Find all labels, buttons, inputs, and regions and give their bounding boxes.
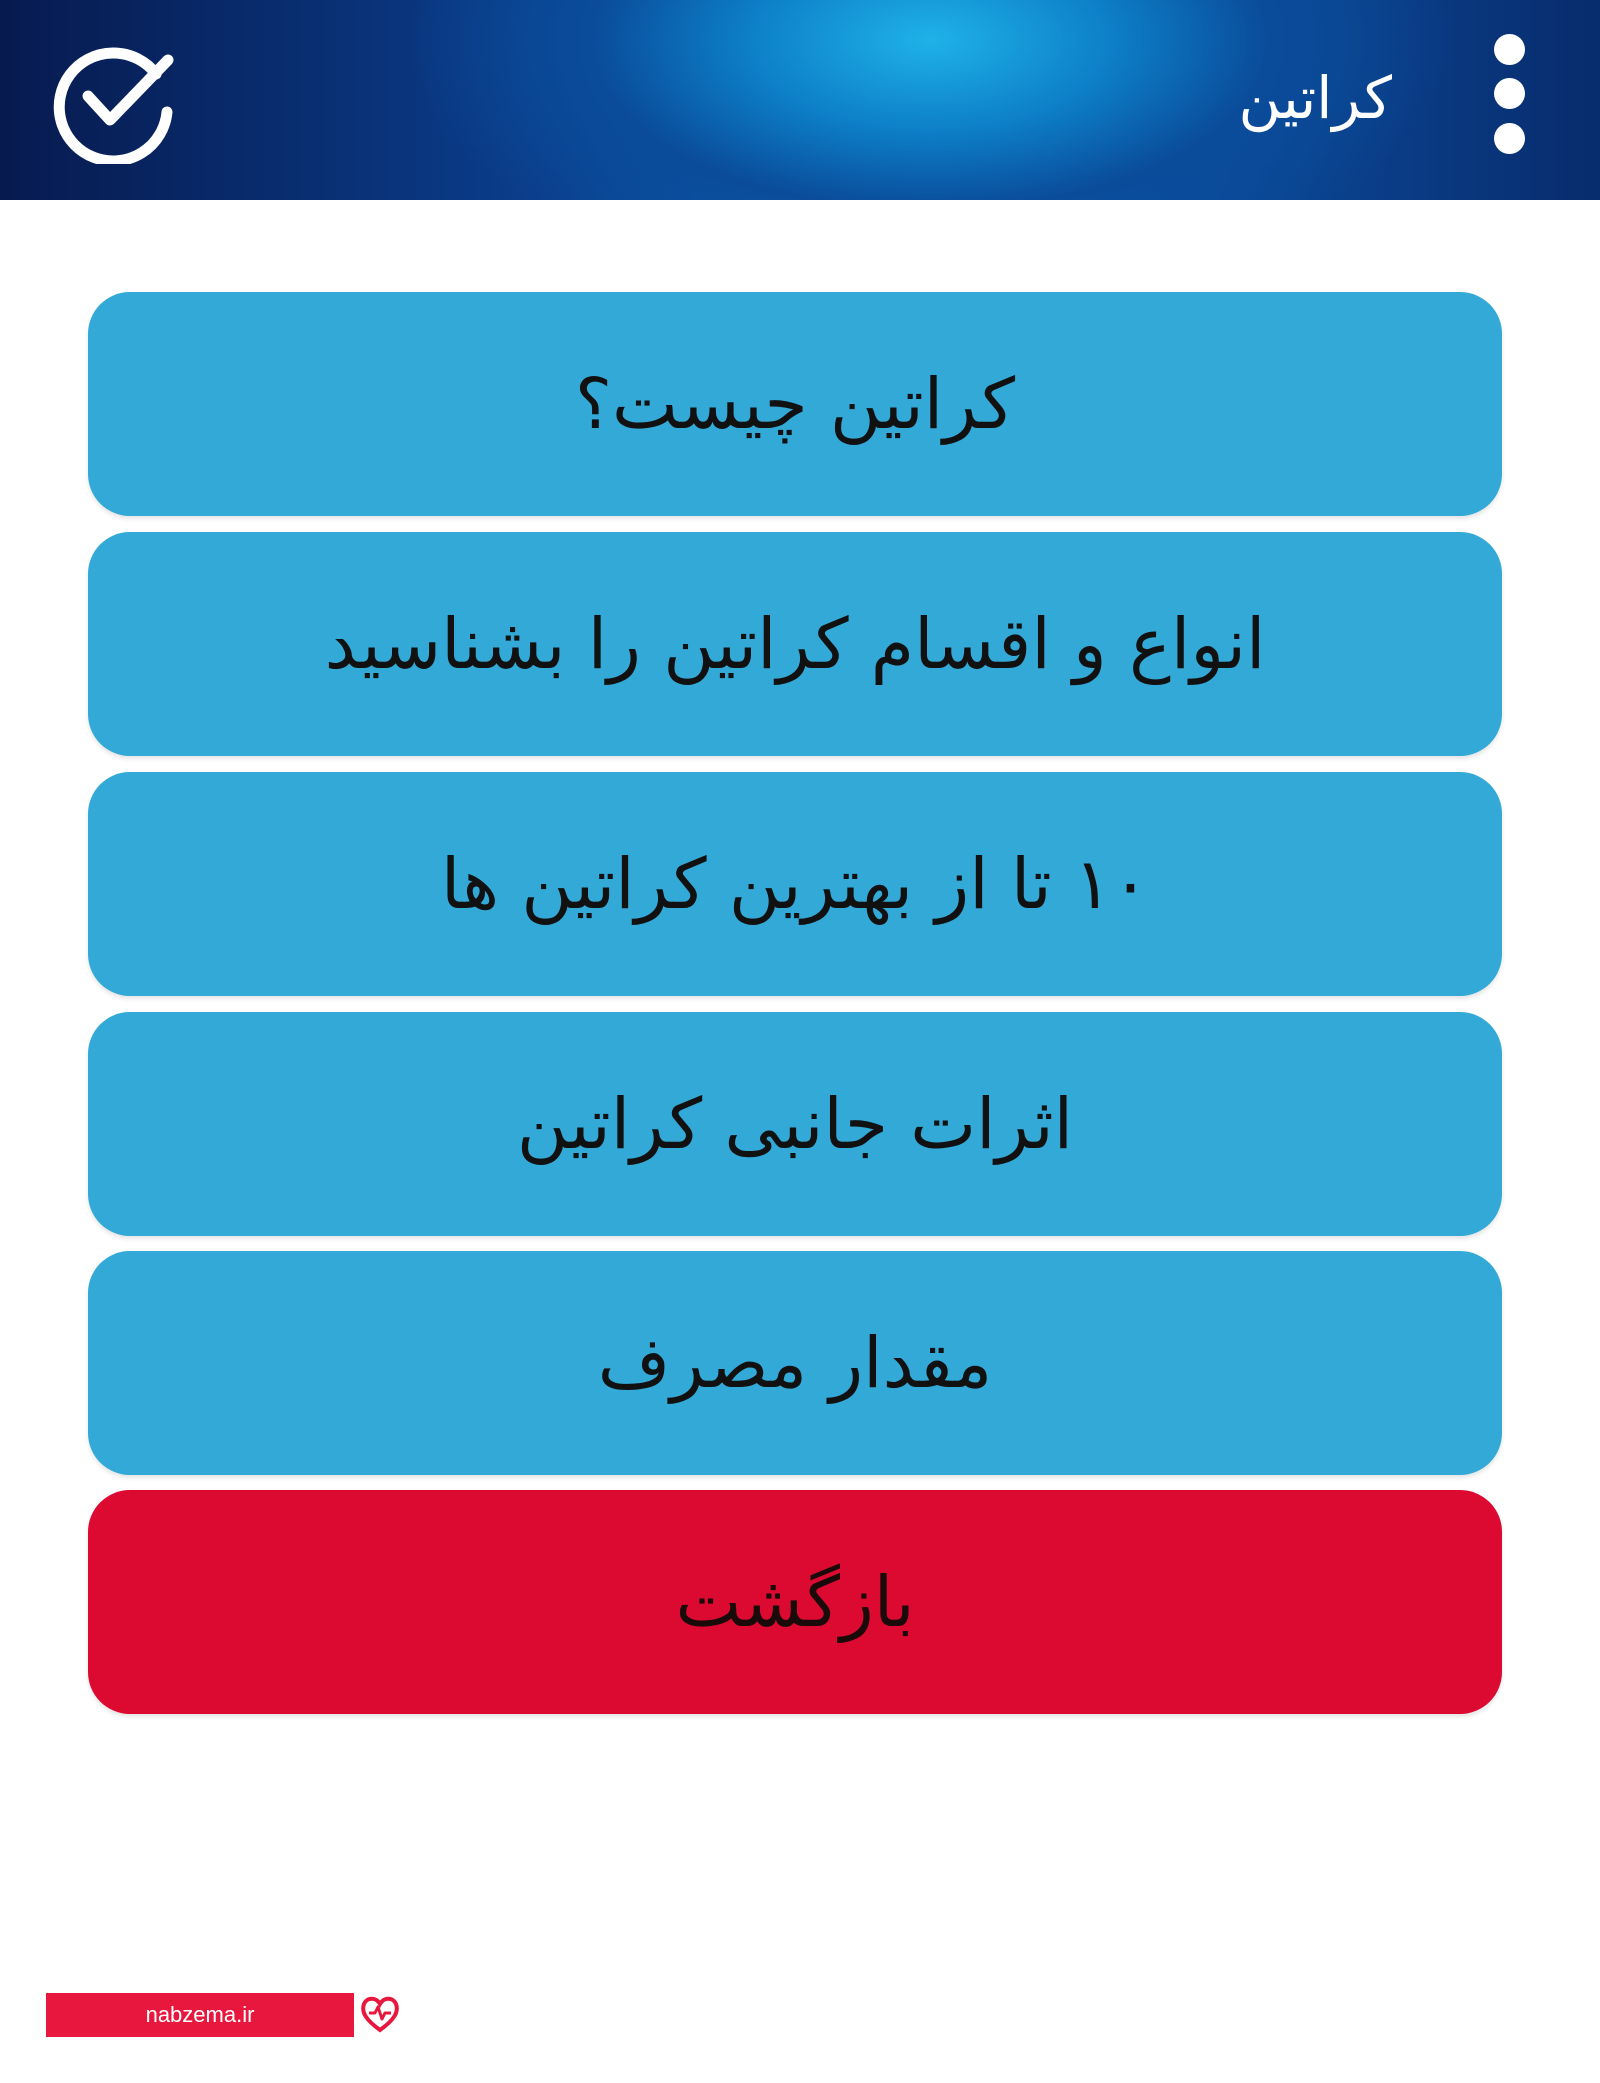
back-button-label: بازگشت (675, 1561, 915, 1643)
page-title: کراتین (1238, 64, 1392, 132)
menu-item-label: ۱۰ تا از بهترین کراتین ها (440, 843, 1150, 925)
more-vertical-icon[interactable] (1482, 30, 1538, 160)
menu-item-label: انواع و اقسام کراتین را بشناسید (324, 603, 1266, 685)
watermark-bar: nabzema.ir (46, 1993, 354, 2037)
app-header: کراتین (0, 0, 1600, 200)
menu-item-what-is-creatine[interactable]: کراتین چیست؟ (88, 292, 1502, 516)
check-circle-icon[interactable] (48, 30, 182, 167)
menu-item-label: کراتین چیست؟ (574, 363, 1016, 445)
menu-item-label: اثرات جانبی کراتین (516, 1083, 1074, 1165)
menu-item-best-creatines[interactable]: ۱۰ تا از بهترین کراتین ها (88, 772, 1502, 996)
back-button[interactable]: بازگشت (88, 1490, 1502, 1714)
menu-item-label: مقدار مصرف (597, 1322, 993, 1404)
heart-pulse-icon (358, 1992, 402, 2036)
menu-item-side-effects[interactable]: اثرات جانبی کراتین (88, 1012, 1502, 1236)
menu-item-dosage[interactable]: مقدار مصرف (88, 1251, 1502, 1475)
menu-item-creatine-types[interactable]: انواع و اقسام کراتین را بشناسید (88, 532, 1502, 756)
